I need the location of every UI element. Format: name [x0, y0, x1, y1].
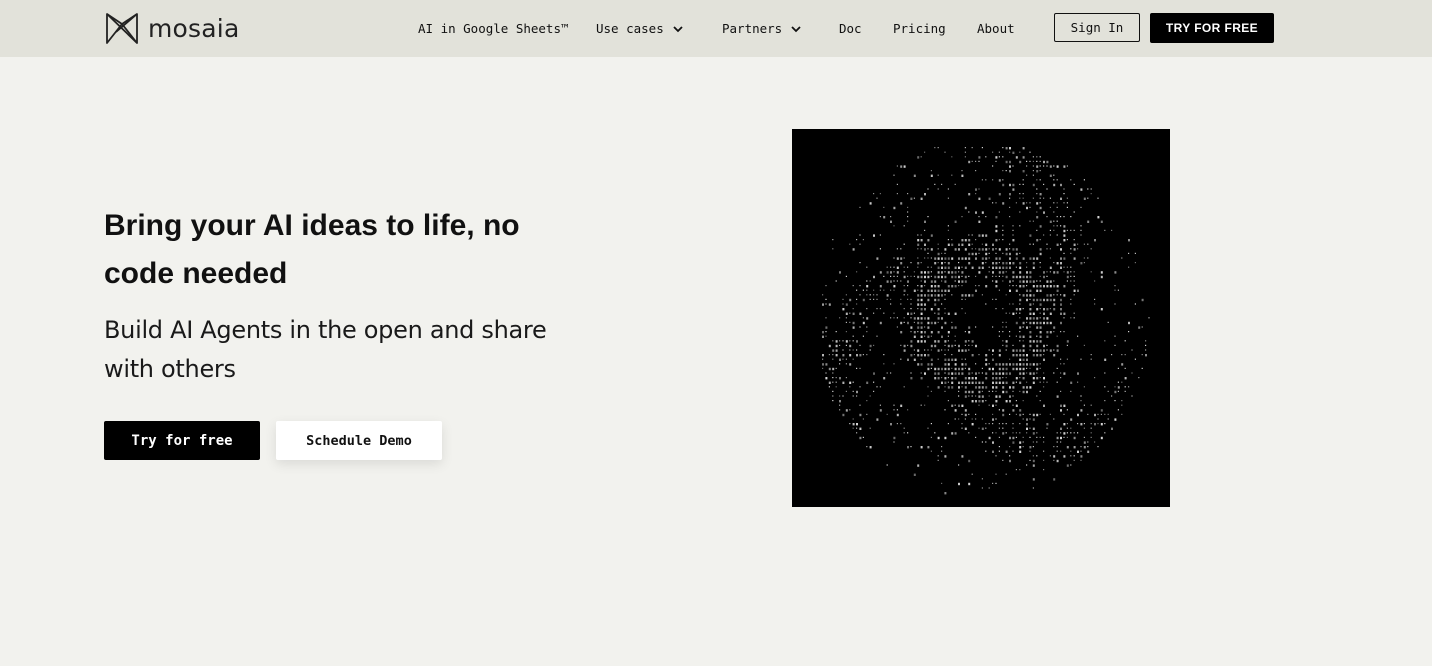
logo[interactable]: mosaia: [104, 9, 239, 47]
schedule-demo-button[interactable]: Schedule Demo: [276, 421, 442, 460]
nav-label: Pricing: [893, 21, 946, 36]
chevron-down-icon: [791, 25, 801, 32]
nav-label: Doc: [839, 21, 862, 36]
nav-doc[interactable]: Doc: [839, 21, 893, 36]
hero-title: Bring your AI ideas to life, no code nee…: [104, 209, 520, 290]
logo-text: mosaia: [148, 13, 240, 43]
hero-subtitle: Build AI Agents in the open and share wi…: [104, 316, 547, 383]
ascii-art-image: [792, 129, 1170, 507]
mosaia-logo-icon: [106, 13, 138, 44]
nav-pricing[interactable]: Pricing: [893, 21, 977, 36]
ascii-art-canvas: [822, 147, 1150, 495]
try-for-free-button[interactable]: Try for free: [104, 421, 260, 460]
top-navigation-bar: mosaia AI in Google Sheets™ Use cases Pa…: [0, 0, 1432, 57]
nav-ai-in-google-sheets[interactable]: AI in Google Sheets™: [418, 21, 596, 36]
nav-label: About: [977, 21, 1015, 36]
nav-label: AI in Google Sheets™: [418, 21, 569, 36]
nav-label: Partners: [722, 21, 783, 36]
try-for-free-nav-button[interactable]: TRY FOR FREE: [1150, 13, 1274, 43]
nav-about[interactable]: About: [977, 21, 1015, 36]
nav-label: Use cases: [596, 21, 664, 36]
main-nav: AI in Google Sheets™ Use cases Partners …: [418, 0, 1015, 57]
nav-partners[interactable]: Partners: [722, 21, 839, 36]
sign-in-button[interactable]: Sign In: [1054, 13, 1140, 42]
nav-use-cases[interactable]: Use cases: [596, 21, 722, 36]
chevron-down-icon: [673, 25, 683, 32]
